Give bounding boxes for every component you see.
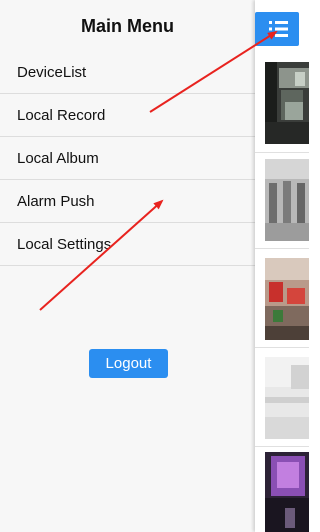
menu-toggle-button[interactable] [255,12,299,46]
side-drawer: Main Menu DeviceList Local Record Local … [0,0,255,532]
row-divider [255,446,309,447]
menu-list: DeviceList Local Record Local Album Alar… [0,51,255,266]
menu-title: Main Menu [81,16,174,36]
camera-thumbnail[interactable] [265,452,309,532]
row-divider [255,347,309,348]
menu-item-local-record[interactable]: Local Record [0,94,255,137]
camera-thumbnail[interactable] [265,258,309,340]
menu-item-local-settings[interactable]: Local Settings [0,223,255,266]
camera-thumbnail[interactable] [265,62,309,144]
menu-item-local-album[interactable]: Local Album [0,137,255,180]
device-list-panel [255,0,309,532]
logout-button[interactable]: Logout [89,349,168,378]
row-divider [255,248,309,249]
menu-item-device-list[interactable]: DeviceList [0,51,255,94]
hamburger-list-icon [269,21,288,37]
menu-item-alarm-push[interactable]: Alarm Push [0,180,255,223]
camera-thumbnail[interactable] [265,357,309,439]
row-divider [255,152,309,153]
app-screen: Main Menu DeviceList Local Record Local … [0,0,309,532]
camera-thumbnail[interactable] [265,159,309,241]
